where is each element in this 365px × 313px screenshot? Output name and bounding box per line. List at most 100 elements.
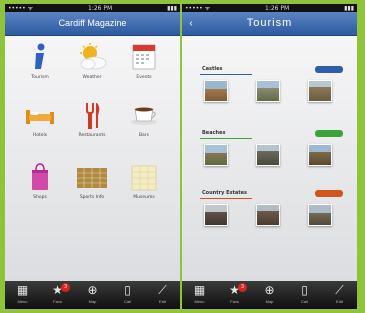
photo-thumbnail[interactable] <box>204 144 228 166</box>
tourism-sections: Castles Beaches Country Estates <box>182 36 357 281</box>
calendar-icon <box>127 42 161 72</box>
tab-label: Menu <box>17 299 28 304</box>
weather-icon <box>75 42 109 72</box>
see-more-button[interactable] <box>315 66 343 73</box>
menu-item-label: Hotels <box>32 133 48 138</box>
tab-menu[interactable]: ▦ Menu <box>5 281 40 309</box>
tab-map[interactable]: ⊕ Map <box>75 281 110 309</box>
menu-item-label: Sports Info <box>79 195 105 200</box>
photo-thumbnail[interactable] <box>308 80 332 102</box>
photo-thumbnail[interactable] <box>204 204 228 226</box>
tab-label: Menu <box>194 299 205 304</box>
tab-call[interactable]: ▯ Call <box>110 281 145 309</box>
photo-thumbnail[interactable] <box>256 204 280 226</box>
photo-thumbnail[interactable] <box>256 80 280 102</box>
tab-label: Edit <box>336 299 343 304</box>
section-header: Country Estates <box>200 188 345 200</box>
globe-icon: ⊕ <box>87 283 98 297</box>
section-divider <box>200 138 252 139</box>
photo-row <box>200 144 345 170</box>
pencil-icon: ⟋ <box>158 283 167 297</box>
menu-item-label: Museums <box>133 195 155 200</box>
status-bar: ••••• ᯤ 1:26 PM ▮▮▮ <box>182 4 357 12</box>
tourism-screen: ••••• ᯤ 1:26 PM ▮▮▮ ‹ Tourism Castles Be… <box>182 4 357 309</box>
section-castles: Castles <box>200 64 345 124</box>
menu-item-label: Shops <box>33 195 47 200</box>
coffee-icon <box>127 100 161 130</box>
grid-icon: ▦ <box>16 283 29 297</box>
section-title: Country Estates <box>202 190 247 196</box>
tab-label: Favs <box>230 299 239 304</box>
section-header: Beaches <box>200 128 345 140</box>
sports-court-icon <box>75 162 109 192</box>
section-title: Beaches <box>202 130 226 136</box>
tab-label: Map <box>88 299 97 304</box>
section-divider <box>200 74 252 75</box>
globe-icon: ⊕ <box>264 283 275 297</box>
notification-badge: 3 <box>61 283 70 292</box>
battery-icon: ▮▮▮ <box>344 4 354 12</box>
menu-item-label: Tourism <box>31 75 49 80</box>
status-time: 1:26 PM <box>88 4 113 12</box>
museum-icon <box>127 162 161 192</box>
photo-row <box>200 204 345 230</box>
tab-bar: ▦ Menu ★ 3 Favs ⊕ Map ▯ Call ⟋ Edit <box>5 281 180 309</box>
info-icon <box>23 42 57 72</box>
navigation-bar: ‹ Tourism <box>182 12 357 36</box>
signal-indicator: ••••• ᯤ <box>8 5 34 12</box>
status-time: 1:26 PM <box>265 4 290 12</box>
menu-item-shops[interactable]: Shops <box>17 162 63 214</box>
tab-edit[interactable]: ⟋ Edit <box>322 281 357 309</box>
photo-thumbnail[interactable] <box>308 204 332 226</box>
bed-icon <box>23 100 57 130</box>
tab-label: Map <box>265 299 274 304</box>
menu-item-sports-info[interactable]: Sports Info <box>69 162 115 214</box>
tab-favs[interactable]: ★ 3 Favs <box>217 281 252 309</box>
menu-item-museums[interactable]: Museums <box>121 162 167 214</box>
photo-thumbnail[interactable] <box>308 144 332 166</box>
tab-label: Call <box>301 299 308 304</box>
shopping-bag-icon <box>23 162 57 192</box>
tab-label: Edit <box>159 299 166 304</box>
star-icon: ★ <box>52 283 63 297</box>
status-bar: ••••• ᯤ 1:26 PM ▮▮▮ <box>5 4 180 12</box>
menu-item-restaurants[interactable]: Restaurants <box>69 100 115 152</box>
tab-favs[interactable]: ★ 3 Favs <box>40 281 75 309</box>
menu-screen: ••••• ᯤ 1:26 PM ▮▮▮ Cardiff Magazine Tou… <box>5 4 180 309</box>
tab-call[interactable]: ▯ Call <box>287 281 322 309</box>
menu-item-label: Events <box>136 75 152 80</box>
tab-bar: ▦ Menu ★ 3 Favs ⊕ Map ▯ Call ⟋ Edit <box>182 281 357 309</box>
section-divider <box>200 198 252 199</box>
photo-thumbnail[interactable] <box>204 80 228 102</box>
menu-item-events[interactable]: Events <box>121 42 167 94</box>
menu-item-hotels[interactable]: Hotels <box>17 100 63 152</box>
menu-item-bars[interactable]: Bars <box>121 100 167 152</box>
menu-item-tourism[interactable]: Tourism <box>17 42 63 94</box>
see-more-button[interactable] <box>315 190 343 197</box>
pencil-icon: ⟋ <box>335 283 344 297</box>
tab-map[interactable]: ⊕ Map <box>252 281 287 309</box>
cutlery-icon <box>75 100 109 130</box>
tab-label: Favs <box>53 299 62 304</box>
battery-icon: ▮▮▮ <box>167 4 177 12</box>
menu-item-label: Bars <box>138 133 150 138</box>
section-header: Castles <box>200 64 345 76</box>
notification-badge: 3 <box>238 283 247 292</box>
photo-thumbnail[interactable] <box>256 144 280 166</box>
menu-grid: Tourism Weather Events Hotels Restaurant… <box>5 36 180 281</box>
section-country-estates: Country Estates <box>200 188 345 248</box>
menu-item-label: Restaurants <box>78 133 106 138</box>
tab-edit[interactable]: ⟋ Edit <box>145 281 180 309</box>
menu-item-weather[interactable]: Weather <box>69 42 115 94</box>
tab-menu[interactable]: ▦ Menu <box>182 281 217 309</box>
section-title: Castles <box>202 66 223 72</box>
photo-row <box>200 80 345 106</box>
section-beaches: Beaches <box>200 128 345 188</box>
navigation-bar: Cardiff Magazine <box>5 12 180 36</box>
star-icon: ★ <box>229 283 240 297</box>
phone-icon: ▯ <box>124 283 131 297</box>
menu-item-label: Weather <box>82 75 102 80</box>
page-title: Cardiff Magazine <box>58 18 127 28</box>
phone-icon: ▯ <box>301 283 308 297</box>
see-more-button[interactable] <box>315 130 343 137</box>
